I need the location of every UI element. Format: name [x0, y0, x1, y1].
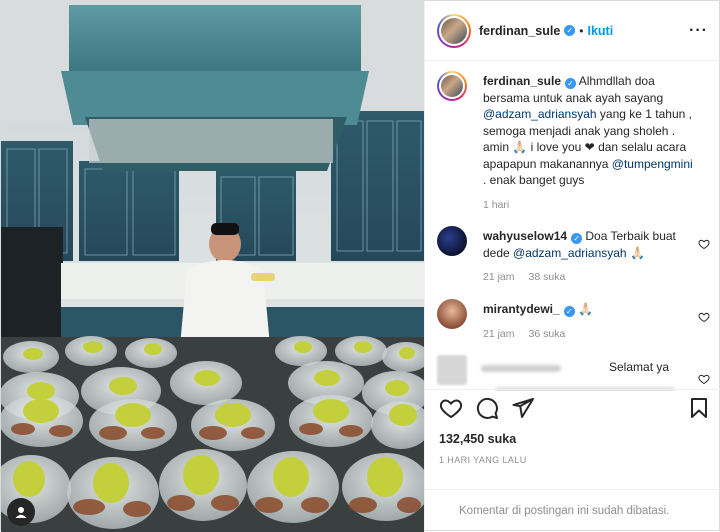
verified-badge-icon: ✓ [571, 233, 583, 244]
post-side-panel: ferdinan_sule ✓ • Ikuti ··· ferdinan_sul… [424, 1, 720, 532]
instagram-post-modal: ferdinan_sule ✓ • Ikuti ··· ferdinan_sul… [0, 0, 720, 532]
separator-dot: • [579, 23, 584, 38]
verified-badge-icon: ✓ [563, 306, 575, 317]
comment-like-icon[interactable] [698, 238, 710, 250]
blurred-username [481, 365, 561, 372]
follow-button[interactable]: Ikuti [587, 24, 613, 38]
commenter-username[interactable]: wahyuselow14 [483, 229, 567, 243]
mention-link[interactable]: @adzam_adriansyah [483, 107, 597, 121]
comment-meta: 21 jam 38 suka [483, 269, 693, 286]
comment-emoji: 🙏🏻 [626, 245, 645, 260]
tumpeng-boxes [1, 336, 424, 532]
mention-link[interactable]: @tumpengmini [612, 157, 693, 171]
comment-item: wahyuselow14 ✓ Doa Terbaik buat dede @adz… [437, 226, 712, 286]
action-bar [425, 389, 720, 425]
pray-emoji-icon: 🙏🏻 [512, 140, 528, 154]
comment-part: 🙏🏻 [574, 302, 593, 316]
post-photo[interactable] [1, 1, 424, 532]
comment-like-icon[interactable] [698, 373, 710, 385]
heart-emoji-icon: ❤ [584, 140, 595, 154]
comment-text: wahyuselow14 ✓ Doa Terbaik buat dede @adz… [483, 228, 693, 286]
caption: ferdinan_sule ✓ Alhmdllah doa bersama unt… [437, 71, 712, 221]
caption-part: . enak banget guys [483, 173, 585, 187]
comments-restricted-footer: Komentar di postingan ini sudah dibatasi… [425, 489, 720, 532]
profile-icon[interactable] [7, 498, 35, 526]
more-options-icon[interactable]: ··· [689, 22, 708, 40]
bookmark-icon[interactable] [687, 396, 711, 420]
commenter-avatar[interactable] [437, 355, 467, 385]
caption-text: ferdinan_sule ✓ Alhmdllah doa bersama unt… [483, 73, 693, 213]
comment-likes[interactable]: 36 suka [529, 328, 566, 340]
caption-username[interactable]: ferdinan_sule [483, 74, 561, 88]
comment-meta: 21 jam 36 suka [483, 326, 693, 343]
comments-list[interactable]: ferdinan_sule ✓ Alhmdllah doa bersama unt… [425, 61, 720, 391]
comment-likes[interactable]: 38 suka [529, 271, 566, 283]
author-avatar[interactable] [437, 13, 471, 48]
post-header: ferdinan_sule ✓ • Ikuti ··· [425, 1, 720, 61]
mention-link[interactable]: @adzam_adriansyah [513, 246, 627, 260]
comment-text: mirantydewi_ ✓ 🙏🏻 21 jam 36 suka [483, 301, 693, 342]
kitchen-photo-illustration [1, 1, 424, 532]
commenter-avatar[interactable] [437, 299, 467, 329]
comment-time[interactable]: 21 jam [483, 328, 515, 340]
commenter-username[interactable]: mirantydewi_ [483, 302, 560, 316]
caption-meta: 1 hari [483, 197, 693, 214]
post-date[interactable]: 1 HARI YANG LALU [439, 455, 527, 465]
author-username[interactable]: ferdinan_sule [479, 24, 560, 38]
verified-badge-icon: ✓ [565, 78, 577, 89]
comment-item: Selamat ya [437, 355, 712, 391]
comment-item: mirantydewi_ ✓ 🙏🏻 21 jam 36 suka [437, 299, 712, 354]
caption-part: i love you [527, 140, 585, 154]
share-plane-icon[interactable] [511, 396, 535, 420]
commenter-avatar[interactable] [437, 226, 467, 256]
comments-restricted-text: Komentar di postingan ini sudah dibatasi… [459, 505, 670, 517]
caption-time[interactable]: 1 hari [483, 199, 509, 211]
comment-text: Selamat ya [609, 360, 670, 374]
comment-time[interactable]: 21 jam [483, 271, 515, 283]
caption-avatar[interactable] [437, 71, 467, 101]
likes-count[interactable]: 132,450 suka [439, 432, 516, 446]
like-heart-icon[interactable] [439, 396, 463, 420]
comment-bubble-icon[interactable] [475, 396, 499, 420]
comment-like-icon[interactable] [698, 311, 710, 323]
verified-badge-icon: ✓ [564, 25, 576, 36]
